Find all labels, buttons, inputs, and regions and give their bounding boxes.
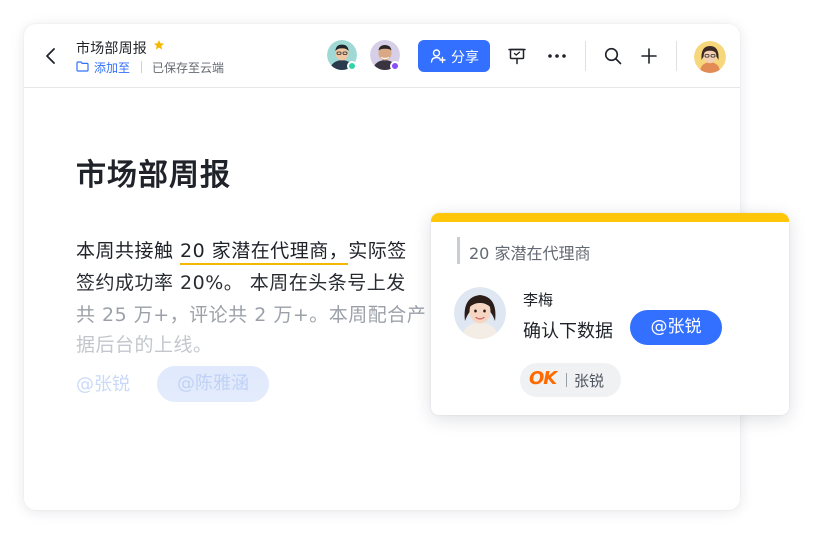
comment-body: 确认下数据 — [523, 321, 613, 342]
document-heading: 市场部周报 — [76, 158, 231, 193]
comment-quote: 20 家潜在代理商 — [469, 244, 591, 263]
paragraph-text: 本周共接触 — [76, 240, 181, 262]
comment-topbar — [431, 213, 789, 222]
document-toolbar: 市场部周报 添加至 已保存至云端 分享 — [24, 24, 740, 88]
present-icon[interactable] — [508, 47, 526, 65]
share-button-label: 分享 — [451, 50, 479, 66]
meta-divider — [141, 61, 142, 73]
share-button[interactable]: 分享 — [418, 40, 490, 72]
paragraph-line: 共 25 万+，评论共 2 万+。本周配合产 — [76, 304, 427, 326]
paragraph-line: 签约成功率 20%。 本周在头条号上发 — [76, 272, 406, 294]
user-avatar[interactable] — [694, 41, 726, 73]
reaction-user: 张锐 — [574, 372, 605, 390]
paragraph-line: 本周共接触 20 家潜在代理商，实际签 — [76, 236, 407, 265]
comment-card: 20 家潜在代理商 李梅 确认下数据 @张锐 OK 张锐 — [431, 213, 789, 415]
add-to-link[interactable]: 添加至 — [94, 59, 130, 76]
comment-author-name: 李梅 — [523, 291, 554, 309]
back-icon[interactable] — [44, 46, 58, 66]
comment-author-avatar-image — [454, 287, 506, 339]
reaction-divider — [566, 373, 567, 387]
presence-online-dot — [347, 61, 357, 71]
user-avatar-image — [694, 41, 726, 73]
comment-mention-chip[interactable]: @张锐 — [630, 310, 722, 345]
share-user-plus-icon — [430, 49, 446, 64]
saved-status: 已保存至云端 — [152, 61, 225, 75]
toolbar-divider — [585, 41, 586, 71]
folder-icon — [76, 61, 89, 72]
paragraph-line: 据后台的上线。 — [76, 334, 213, 356]
mention-text[interactable]: @张锐 — [76, 370, 130, 396]
ok-reaction-icon: OK — [529, 368, 557, 389]
search-icon[interactable] — [604, 47, 622, 65]
more-icon[interactable] — [547, 53, 567, 59]
plus-icon[interactable] — [640, 47, 658, 65]
star-icon[interactable] — [153, 39, 165, 51]
paragraph-text: 实际签 — [348, 240, 407, 262]
quote-bar — [457, 237, 460, 264]
mention-chip[interactable]: @陈雅涵 — [157, 366, 269, 402]
commented-highlight[interactable]: 20 家潜在代理商， — [180, 240, 349, 265]
toolbar-divider — [676, 41, 677, 71]
reaction-chip[interactable]: OK 张锐 — [520, 363, 621, 397]
doc-title[interactable]: 市场部周报 — [76, 38, 147, 58]
presence-status-dot — [390, 61, 400, 71]
comment-author-avatar[interactable] — [454, 287, 506, 339]
